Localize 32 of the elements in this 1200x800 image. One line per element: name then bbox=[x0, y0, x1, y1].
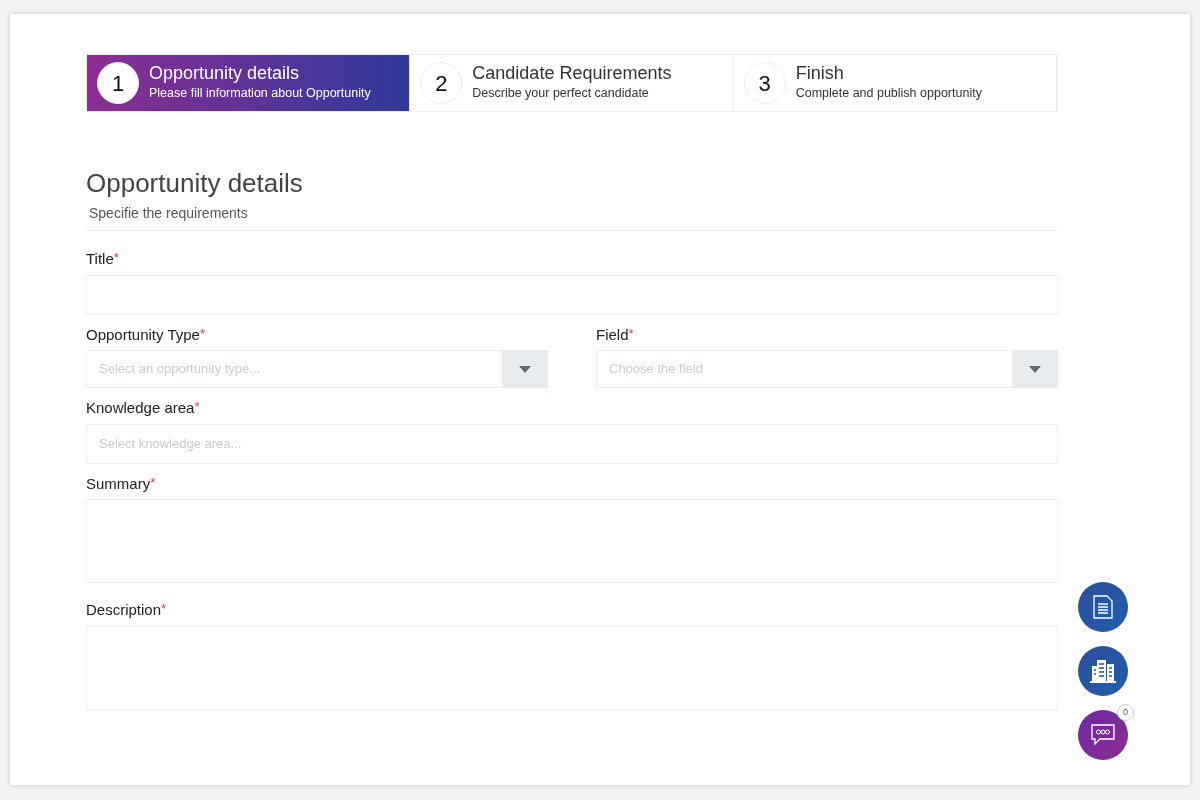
floating-action-button[interactable] bbox=[1078, 582, 1128, 632]
notification-count: 0 bbox=[1117, 704, 1134, 721]
step-number: 1 bbox=[97, 62, 139, 104]
step-number: 2 bbox=[420, 62, 463, 104]
step-title: Opportunity details bbox=[149, 63, 301, 84]
wizard-step-tab[interactable]: 1 Opportunity details Please fill information about Opportunity bbox=[87, 55, 411, 111]
step-subtitle: Describe your perfect candidate bbox=[472, 84, 650, 102]
dropdown-toggle-button[interactable] bbox=[502, 350, 548, 389]
step-number: 3 bbox=[743, 62, 786, 104]
input-field[interactable]: Select knowledge area... bbox=[86, 423, 1058, 464]
section-title: Opportunity details bbox=[86, 168, 304, 200]
building-icon bbox=[1090, 659, 1116, 683]
field-label: Opportunity Type* bbox=[86, 324, 206, 345]
dropdown-field[interactable]: Choose the field bbox=[596, 350, 1012, 389]
step-subtitle: Please fill information about Opportunity bbox=[149, 84, 371, 102]
floating-action-button[interactable] bbox=[1078, 710, 1128, 760]
floating-action-button[interactable] bbox=[1078, 646, 1128, 696]
step-title: Candidate Requirements bbox=[472, 63, 672, 84]
document-icon bbox=[1093, 595, 1113, 619]
caret-icon bbox=[519, 365, 531, 373]
chat-icon bbox=[1090, 724, 1116, 746]
dropdown-field[interactable]: Select an opportunity type... bbox=[86, 350, 502, 389]
step-title: Finish bbox=[795, 63, 845, 84]
field-label: Knowledge area* bbox=[86, 398, 200, 419]
dropdown-toggle-button[interactable] bbox=[1012, 350, 1058, 389]
section-subtitle: Specifie the requirements bbox=[86, 203, 1058, 232]
field-label: Field* bbox=[596, 324, 634, 345]
field-label: Description* bbox=[86, 600, 167, 621]
step-subtitle: Complete and publish opportunity bbox=[795, 84, 982, 102]
field-label: Title* bbox=[86, 249, 119, 270]
field-label: Summary* bbox=[86, 473, 156, 494]
caret-icon bbox=[1029, 365, 1041, 373]
